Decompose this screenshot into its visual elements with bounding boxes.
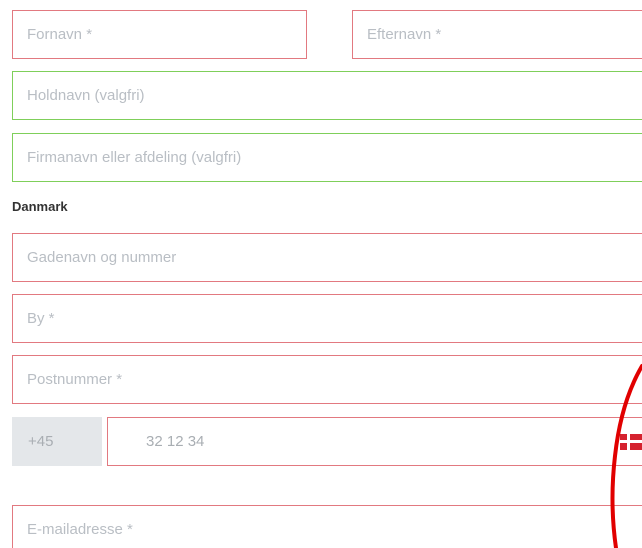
team-name-placeholder: Holdnavn (valgfri) (27, 87, 145, 104)
team-name-field[interactable]: Holdnavn (valgfri) (12, 71, 642, 120)
street-field[interactable]: Gadenavn og nummer (12, 233, 642, 282)
postal-code-field[interactable]: Postnummer * (12, 355, 642, 404)
phone-prefix-box[interactable]: +45 (12, 417, 102, 466)
country-label: Danmark (12, 199, 68, 214)
postal-code-placeholder: Postnummer * (27, 371, 123, 388)
city-placeholder: By * (27, 310, 55, 327)
email-placeholder: E-mailadresse * (27, 521, 133, 538)
phone-number-value: 32 12 34 (146, 433, 205, 450)
email-field[interactable]: E-mailadresse * (12, 505, 642, 548)
company-field[interactable]: Firmanavn eller afdeling (valgfri) (12, 133, 642, 182)
company-placeholder: Firmanavn eller afdeling (valgfri) (27, 149, 242, 166)
last-name-field[interactable]: Efternavn * (352, 10, 642, 59)
denmark-flag-icon[interactable] (620, 434, 642, 450)
address-form-page: Fornavn * Efternavn * Holdnavn (valgfri)… (0, 0, 642, 548)
last-name-placeholder: Efternavn * (367, 26, 442, 43)
city-field[interactable]: By * (12, 294, 642, 343)
phone-prefix: +45 (28, 433, 54, 450)
first-name-placeholder: Fornavn * (27, 26, 93, 43)
street-placeholder: Gadenavn og nummer (27, 249, 177, 266)
first-name-field[interactable]: Fornavn * (12, 10, 307, 59)
phone-field[interactable]: 32 12 34 (107, 417, 642, 466)
